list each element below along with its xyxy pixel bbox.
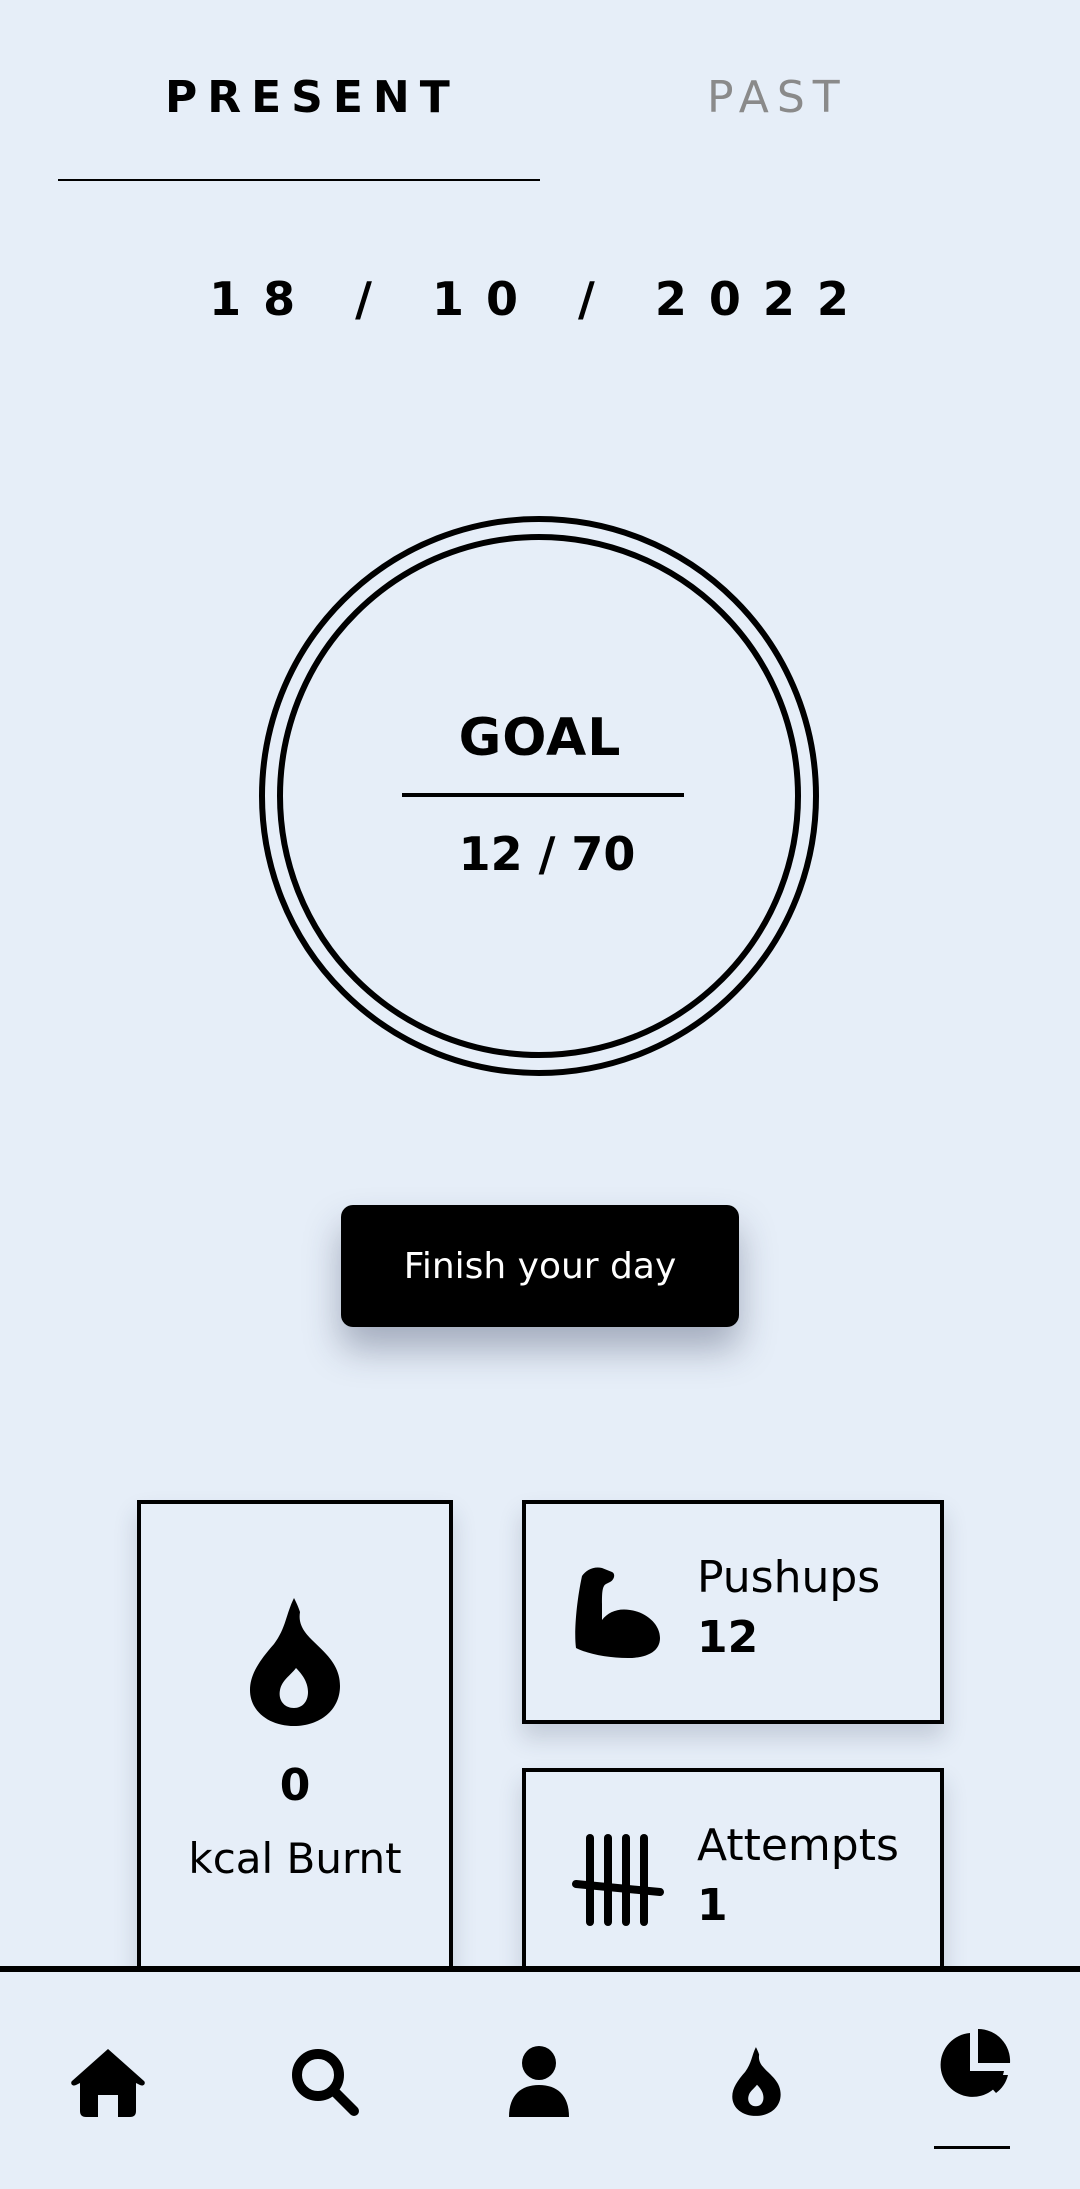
flame-icon [729,2045,785,2121]
finish-day-button[interactable]: Finish your day [341,1205,739,1327]
kcal-value: 0 [279,1760,311,1811]
user-icon [507,2045,571,2121]
tab-present[interactable]: PRESENT [165,72,460,123]
current-date: 18 / 10 / 2022 [209,272,871,326]
attempts-value: 1 [697,1880,728,1931]
pushups-value: 12 [697,1612,759,1663]
attempts-label: Attempts [697,1820,899,1871]
kcal-label: kcal Burnt [188,1834,402,1883]
kcal-card [137,1500,453,1980]
pie-chart-icon [936,2027,1012,2107]
active-nav-indicator [934,2146,1010,2149]
nav-search[interactable] [279,2038,369,2128]
goal-divider [402,793,684,797]
pushups-label: Pushups [697,1552,881,1603]
nav-profile[interactable] [494,2038,584,2128]
nav-home[interactable] [63,2038,153,2128]
search-icon [288,2045,360,2121]
goal-title: GOAL [458,708,622,768]
nav-activity[interactable] [712,2038,802,2128]
tally-marks-icon [572,1832,664,1928]
flexed-arm-icon [572,1564,664,1660]
flame-icon [246,1594,346,1728]
active-tab-underline [58,179,540,181]
home-icon [68,2045,148,2121]
tab-past[interactable]: PAST [707,72,848,123]
goal-progress-value: 12 / 70 [458,827,636,881]
nav-stats[interactable] [929,2022,1019,2112]
